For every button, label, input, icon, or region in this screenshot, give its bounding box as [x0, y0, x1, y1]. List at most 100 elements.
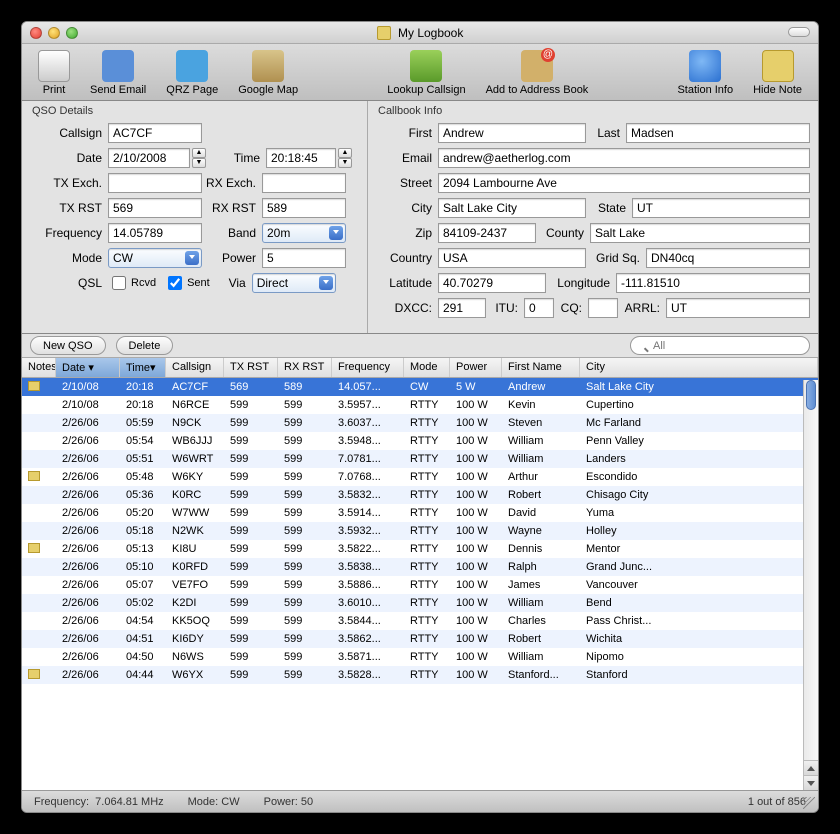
time-label: Time [206, 151, 266, 165]
table-row[interactable]: 2/26/0605:02K2DI5995993.6010...RTTY100 W… [22, 594, 818, 612]
status-mode-label: Mode: [188, 796, 219, 808]
table-row[interactable]: 2/26/0604:50N6WS5995993.5871...RTTY100 W… [22, 648, 818, 666]
city-field[interactable] [438, 198, 586, 218]
printer-icon [38, 50, 70, 82]
add-addressbook-button[interactable]: Add to Address Book [476, 48, 599, 98]
col-txrst[interactable]: TX RST [224, 358, 278, 377]
mail-icon [102, 50, 134, 82]
print-button[interactable]: Print [28, 48, 80, 98]
txrst-field[interactable] [108, 198, 202, 218]
cq-field[interactable] [588, 298, 618, 318]
rxexch-label: RX Exch. [202, 176, 262, 190]
col-time[interactable]: Time▾ [120, 358, 166, 377]
status-power: 50 [301, 796, 313, 808]
dxcc-field[interactable] [438, 298, 486, 318]
table-row[interactable]: 2/26/0604:54KK5OQ5995993.5844...RTTY100 … [22, 612, 818, 630]
power-field[interactable] [262, 248, 346, 268]
table-row[interactable]: 2/26/0605:36K0RC5995993.5832...RTTY100 W… [22, 486, 818, 504]
table-row[interactable]: 2/26/0604:44W6YX5995993.5828...RTTY100 W… [22, 666, 818, 684]
send-email-button[interactable]: Send Email [80, 48, 156, 98]
table-row[interactable]: 2/26/0605:07VE7FO5995993.5886...RTTY100 … [22, 576, 818, 594]
table-row[interactable]: 2/26/0605:48W6KY5995997.0768...RTTY100 W… [22, 468, 818, 486]
state-field[interactable] [632, 198, 810, 218]
col-date[interactable]: Date ▾ [56, 358, 120, 377]
station-info-button[interactable]: Station Info [667, 48, 743, 98]
col-city[interactable]: City [580, 358, 818, 377]
first-field[interactable] [438, 123, 586, 143]
itu-field[interactable] [524, 298, 554, 318]
table-row[interactable]: 2/26/0605:20W7WW5995993.5914...RTTY100 W… [22, 504, 818, 522]
qrz-page-button[interactable]: QRZ Page [156, 48, 228, 98]
search-icon [410, 50, 442, 82]
col-firstname[interactable]: First Name [502, 358, 580, 377]
via-select[interactable]: Direct [252, 273, 336, 293]
last-field[interactable] [626, 123, 810, 143]
zip-field[interactable] [438, 223, 536, 243]
band-select[interactable]: 20m [262, 223, 346, 243]
table-row[interactable]: 2/26/0605:13KI8U5995993.5822...RTTY100 W… [22, 540, 818, 558]
col-power[interactable]: Power [450, 358, 502, 377]
vertical-scrollbar[interactable] [803, 380, 818, 790]
street-field[interactable] [438, 173, 810, 193]
band-label: Band [202, 226, 262, 240]
table-row[interactable]: 2/26/0604:51KI6DY5995993.5862...RTTY100 … [22, 630, 818, 648]
new-qso-button[interactable]: New QSO [30, 336, 106, 355]
search-input[interactable] [630, 336, 810, 355]
arrl-field[interactable] [666, 298, 810, 318]
table-row[interactable]: 2/26/0605:10K0RFD5995993.5838...RTTY100 … [22, 558, 818, 576]
lat-label: Latitude [376, 276, 438, 290]
email-label: Email [376, 151, 438, 165]
txexch-field[interactable] [108, 173, 202, 193]
country-field[interactable] [438, 248, 586, 268]
table-row[interactable]: 2/10/0820:18AC7CF56958914.057...CW5 WAnd… [22, 378, 818, 396]
date-field[interactable] [108, 148, 190, 168]
google-map-button[interactable]: Google Map [228, 48, 308, 98]
county-field[interactable] [590, 223, 810, 243]
qso-table: Notes Date ▾ Time▾ Callsign TX RST RX RS… [22, 358, 818, 790]
freq-field[interactable] [108, 223, 202, 243]
table-row[interactable]: 2/26/0605:18N2WK5995993.5932...RTTY100 W… [22, 522, 818, 540]
lookup-callsign-button[interactable]: Lookup Callsign [377, 48, 475, 98]
app-window: My Logbook Print Send Email QRZ Page Goo… [21, 21, 819, 813]
street-label: Street [376, 176, 438, 190]
col-frequency[interactable]: Frequency [332, 358, 404, 377]
rxrst-field[interactable] [262, 198, 346, 218]
time-field[interactable] [266, 148, 336, 168]
scroll-thumb[interactable] [806, 380, 816, 410]
status-mode: CW [221, 796, 239, 808]
table-row[interactable]: 2/26/0605:59N9CK5995993.6037...RTTY100 W… [22, 414, 818, 432]
rcvd-checkbox[interactable] [112, 276, 126, 290]
mode-select[interactable]: CW [108, 248, 202, 268]
rxexch-field[interactable] [262, 173, 346, 193]
date-stepper[interactable]: ▲▼ [192, 148, 206, 168]
toolbar-toggle-icon[interactable] [788, 27, 810, 37]
delete-button[interactable]: Delete [116, 336, 174, 355]
email-field[interactable] [438, 148, 810, 168]
grid-field[interactable] [646, 248, 810, 268]
hide-note-button[interactable]: Hide Note [743, 48, 812, 98]
table-body[interactable]: 2/10/0820:18AC7CF56958914.057...CW5 WAnd… [22, 378, 818, 790]
rcvd-label: Rcvd [131, 277, 156, 289]
scroll-down-icon[interactable] [804, 775, 818, 790]
table-row[interactable]: 2/26/0605:51W6WRT5995997.0781...RTTY100 … [22, 450, 818, 468]
lon-field[interactable] [616, 273, 810, 293]
sent-checkbox[interactable] [168, 276, 182, 290]
lat-field[interactable] [438, 273, 546, 293]
resize-grip-icon[interactable] [803, 797, 815, 809]
titlebar: My Logbook [22, 22, 818, 44]
time-stepper[interactable]: ▲▼ [338, 148, 352, 168]
col-mode[interactable]: Mode [404, 358, 450, 377]
col-callsign[interactable]: Callsign [166, 358, 224, 377]
note-icon [28, 471, 40, 481]
col-rxrst[interactable]: RX RST [278, 358, 332, 377]
qso-heading: QSO Details [32, 105, 359, 117]
table-row[interactable]: 2/10/0820:18N6RCE5995993.5957...RTTY100 … [22, 396, 818, 414]
status-power-label: Power: [264, 796, 298, 808]
scroll-up-icon[interactable] [804, 760, 818, 775]
table-row[interactable]: 2/26/0605:54WB6JJJ5995993.5948...RTTY100… [22, 432, 818, 450]
grid-label: Grid Sq. [586, 251, 646, 265]
col-notes[interactable]: Notes [22, 358, 56, 377]
callsign-field[interactable] [108, 123, 202, 143]
globe-icon [176, 50, 208, 82]
map-icon [252, 50, 284, 82]
